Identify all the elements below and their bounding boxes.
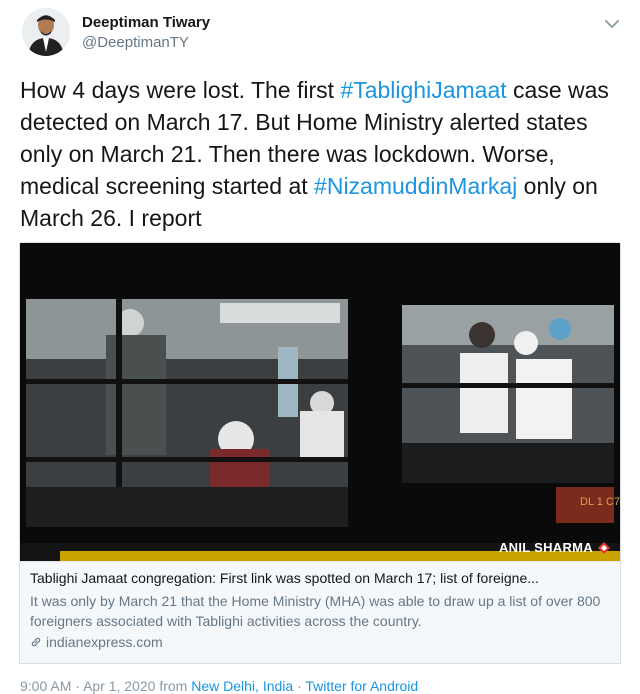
tweet-time[interactable]: 9:00 AM bbox=[20, 678, 71, 694]
tweet-source[interactable]: Twitter for Android bbox=[305, 678, 418, 694]
tweet-metadata: 9:00 AM · Apr 1, 2020 from New Delhi, In… bbox=[20, 678, 418, 694]
credit-label: ANIL SHARMA bbox=[498, 540, 593, 555]
card-title[interactable]: Tablighi Jamaat congregation: First link… bbox=[30, 570, 610, 586]
meta-separator: · bbox=[75, 678, 80, 694]
meta-separator: · bbox=[297, 678, 302, 694]
tweet-text-part: How 4 days were lost. The first bbox=[20, 77, 341, 103]
hashtag-nizamuddinmarkaj[interactable]: #NizamuddinMarkaj bbox=[314, 173, 517, 199]
hashtag-tablighijamaat[interactable]: #TablighiJamaat bbox=[340, 77, 506, 103]
card-photo[interactable]: DL 1 C75 ANIL SHARMA bbox=[20, 243, 620, 561]
diamond-logo-icon bbox=[598, 541, 610, 554]
tweet-date[interactable]: Apr 1, 2020 bbox=[83, 678, 155, 694]
link-card[interactable]: DL 1 C75 ANIL SHARMA Tablighi Jamaat con… bbox=[19, 242, 621, 664]
tweet-location[interactable]: New Delhi, India bbox=[191, 678, 293, 694]
meta-from: from bbox=[159, 678, 188, 694]
tweet-header: Deeptiman Tiwary @DeeptimanTY bbox=[22, 8, 622, 60]
card-description: It was only by March 21 that the Home Mi… bbox=[30, 593, 601, 629]
avatar[interactable] bbox=[22, 8, 70, 56]
tweet-text: How 4 days were lost. The first #Tabligh… bbox=[20, 74, 620, 234]
author-handle[interactable]: @DeeptimanTY bbox=[82, 34, 189, 51]
card-domain[interactable]: indianexpress.com bbox=[30, 634, 163, 650]
link-icon bbox=[31, 637, 41, 647]
person-icon bbox=[22, 8, 70, 56]
chevron-down-icon[interactable] bbox=[602, 14, 622, 34]
bus-plate: DL 1 C75 bbox=[580, 496, 620, 508]
card-body[interactable]: Tablighi Jamaat congregation: First link… bbox=[20, 561, 620, 663]
domain-label: indianexpress.com bbox=[46, 634, 163, 650]
bus-window-photo: DL 1 C75 bbox=[20, 243, 620, 561]
image-credit: ANIL SHARMA bbox=[499, 540, 610, 555]
author-name[interactable]: Deeptiman Tiwary bbox=[82, 14, 210, 31]
